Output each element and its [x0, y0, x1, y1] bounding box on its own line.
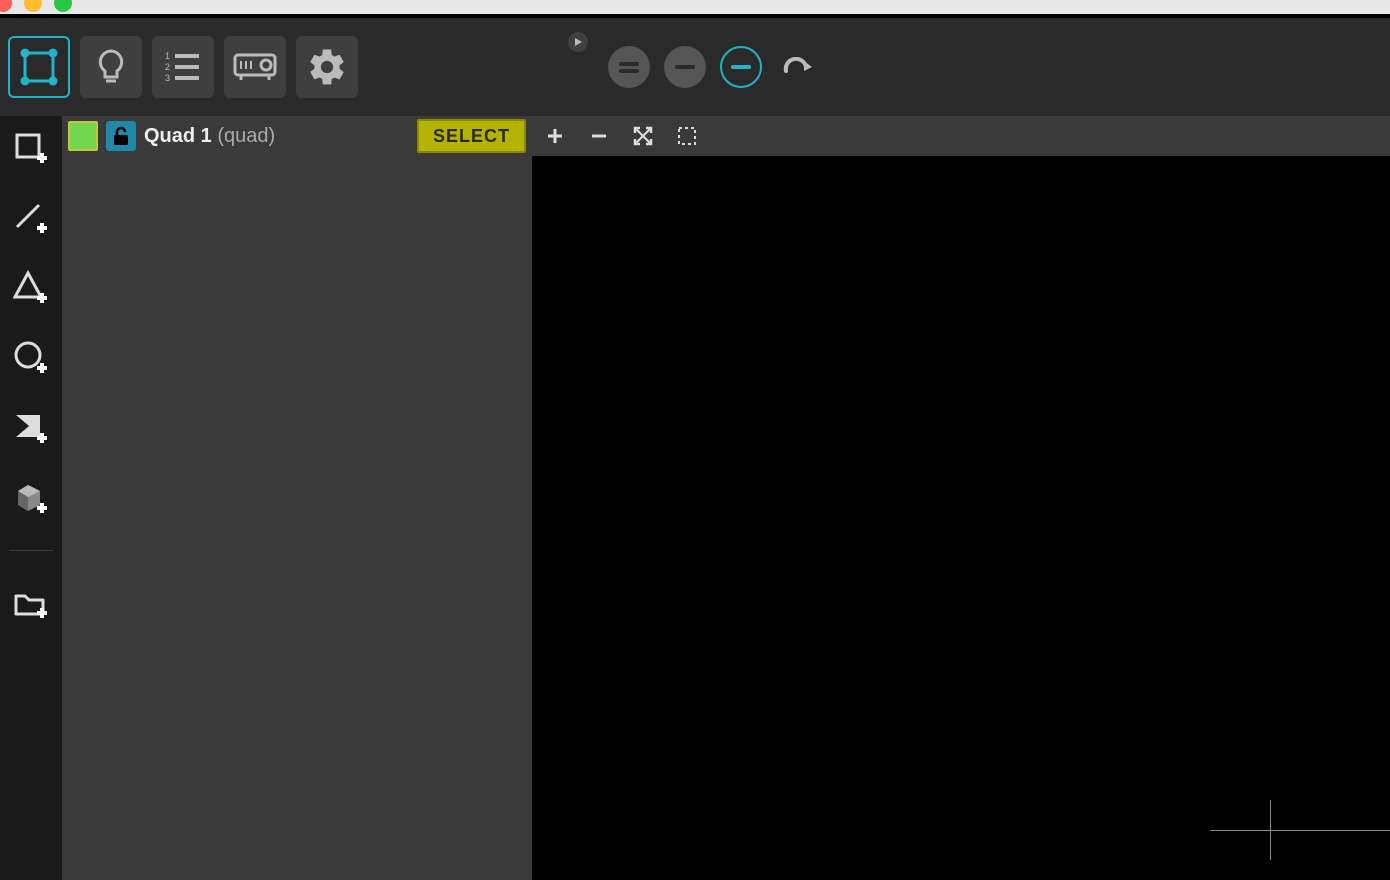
settings-mode-button[interactable] — [296, 36, 358, 98]
select-button[interactable]: SELECT — [417, 119, 526, 153]
plus-icon — [546, 127, 564, 145]
tool-divider — [9, 550, 53, 551]
mask-plus-icon — [13, 409, 49, 445]
canvas-viewport[interactable] — [532, 156, 1390, 880]
projector-mode-button[interactable] — [224, 36, 286, 98]
zoom-out-button[interactable] — [588, 125, 610, 147]
minimize-window-button[interactable] — [24, 0, 42, 12]
folder-plus-icon — [13, 588, 49, 620]
gear-icon — [306, 46, 348, 88]
list-mode-button[interactable]: 1 2 3 — [152, 36, 214, 98]
add-triangle-tool[interactable] — [10, 266, 52, 308]
mapping-icon — [19, 47, 59, 87]
add-line-tool[interactable] — [10, 196, 52, 238]
layer-panel-body — [62, 156, 532, 880]
close-window-button[interactable] — [0, 0, 12, 12]
redo-icon — [782, 57, 812, 77]
add-ellipse-tool[interactable] — [10, 336, 52, 378]
add-mask-tool[interactable] — [10, 406, 52, 448]
add-folder-tool[interactable] — [10, 583, 52, 625]
dashed-rect-icon — [677, 126, 697, 146]
cube-plus-icon — [13, 479, 49, 515]
minus-icon — [675, 63, 695, 71]
ellipse-plus-icon — [13, 339, 49, 375]
layer-lock-toggle[interactable] — [106, 121, 136, 151]
layer-row[interactable]: Quad 1 (quad) SELECT — [62, 116, 532, 156]
numbered-list-icon: 1 2 3 — [163, 49, 203, 85]
fit-screen-button[interactable] — [632, 125, 654, 147]
select-button-label: SELECT — [433, 126, 510, 147]
triangle-plus-icon — [13, 269, 49, 305]
line-plus-icon — [13, 199, 49, 235]
svg-text:3: 3 — [165, 73, 170, 83]
equals-icon — [619, 60, 639, 74]
expand-icon — [633, 126, 653, 146]
layer-name-text: Quad 1 — [144, 125, 212, 147]
zoom-in-button[interactable] — [544, 125, 566, 147]
window-titlebar — [0, 0, 1390, 14]
shape-tool-strip — [0, 116, 62, 880]
minus-cyan-icon — [731, 63, 751, 71]
projector-icon — [233, 51, 277, 83]
minus-icon — [590, 127, 608, 145]
svg-text:2: 2 — [165, 62, 170, 72]
equals-circle-button[interactable] — [608, 46, 650, 88]
redo-circle-button[interactable] — [776, 46, 818, 88]
layer-panel: Quad 1 (quad) SELECT — [62, 116, 532, 880]
rectangle-plus-icon — [13, 129, 49, 165]
selection-rect-button[interactable] — [676, 125, 698, 147]
zoom-window-button[interactable] — [54, 0, 72, 12]
mapping-mode-button[interactable] — [8, 36, 70, 98]
add-cube-tool[interactable] — [10, 476, 52, 518]
add-rectangle-tool[interactable] — [10, 126, 52, 168]
canvas-toolbar — [532, 116, 1390, 156]
play-button[interactable] — [568, 32, 588, 52]
light-mode-button[interactable] — [80, 36, 142, 98]
layer-color-swatch[interactable] — [68, 121, 98, 151]
canvas-crosshair — [1210, 800, 1330, 860]
top-toolbar: 1 2 3 — [0, 18, 1390, 116]
layer-type-text: (quad) — [217, 125, 275, 147]
svg-text:1: 1 — [165, 51, 170, 61]
minus-circle-button[interactable] — [664, 46, 706, 88]
bulb-icon — [93, 47, 129, 87]
minus-outline-circle-button[interactable] — [720, 46, 762, 88]
unlock-icon — [112, 126, 130, 146]
canvas-area — [532, 116, 1390, 880]
play-icon — [573, 37, 583, 47]
layer-name-label: Quad 1 (quad) — [144, 125, 275, 148]
